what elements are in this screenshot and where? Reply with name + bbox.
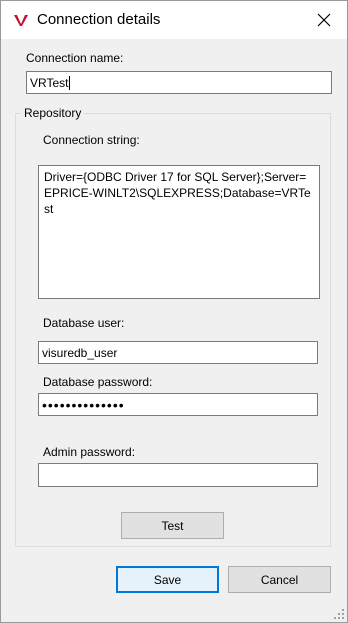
database-user-input[interactable]: visuredb_user — [38, 341, 318, 364]
close-icon — [317, 13, 331, 27]
test-button[interactable]: Test — [121, 512, 224, 539]
cancel-button[interactable]: Cancel — [228, 566, 331, 593]
database-password-value: •••••••••••••• — [42, 396, 125, 413]
connection-name-value: VRTest — [30, 75, 69, 90]
connection-string-value: Driver={ODBC Driver 17 for SQL Server};S… — [44, 170, 311, 216]
connection-name-label: Connection name: — [26, 51, 124, 65]
connection-string-label: Connection string: — [43, 133, 140, 147]
database-password-label: Database password: — [43, 375, 153, 389]
resize-grip-icon[interactable] — [334, 609, 344, 619]
database-password-input[interactable]: •••••••••••••• — [38, 393, 318, 416]
database-user-value: visuredb_user — [42, 345, 118, 360]
text-caret — [69, 75, 71, 90]
connection-string-textarea[interactable]: Driver={ODBC Driver 17 for SQL Server};S… — [38, 165, 320, 299]
repository-group-title: Repository — [21, 106, 85, 120]
close-button[interactable] — [301, 1, 347, 39]
connection-name-input[interactable]: VRTest — [26, 71, 332, 94]
connection-details-dialog: Connection details Connection name: VRTe… — [0, 0, 348, 623]
admin-password-label: Admin password: — [43, 445, 136, 459]
window-title: Connection details — [37, 11, 161, 28]
app-logo-icon — [14, 15, 28, 26]
database-user-label: Database user: — [43, 316, 125, 330]
save-button[interactable]: Save — [116, 566, 219, 593]
admin-password-input[interactable] — [38, 463, 318, 487]
title-bar[interactable]: Connection details — [1, 1, 347, 39]
